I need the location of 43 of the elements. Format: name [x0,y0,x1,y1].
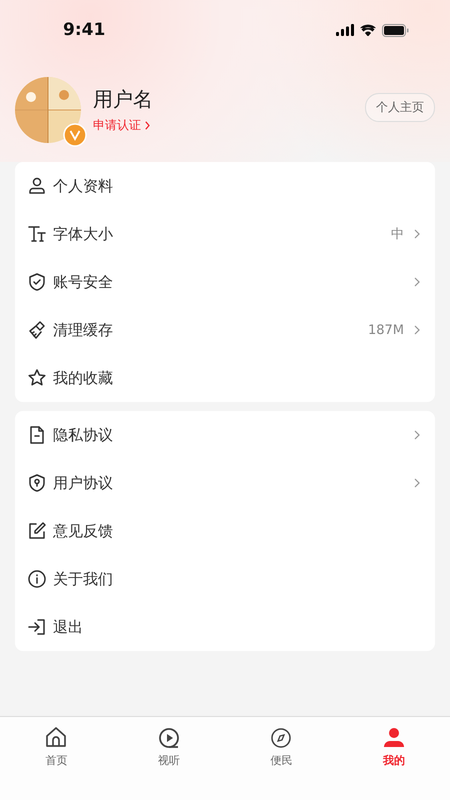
tab-item[interactable]: 我的 [338,725,450,768]
user-name: 用户名 [93,86,154,113]
menu-item[interactable]: 隐私协议 [15,411,435,459]
star-icon [27,368,47,388]
tab-item[interactable]: 视听 [112,725,225,768]
menu-item[interactable]: 字体大小 中 [15,210,435,258]
font-size-icon [27,224,47,244]
exit-icon [27,617,47,637]
menu-label: 退出 [53,618,84,636]
info-icon [27,569,47,589]
menu-label: 个人资料 [53,176,114,196]
menu-label: 账号安全 [53,272,114,292]
chevron-icon [145,121,150,130]
menu-label: 隐私协议 [53,426,114,444]
brush-icon [27,320,47,340]
setting-value: 187M [368,322,404,338]
shield-check-icon [27,272,47,292]
menu-label: 关于我们 [53,570,114,588]
menu-item[interactable]: 账号安全 [15,258,435,306]
setting-value: 中 [391,226,404,243]
menu-item[interactable]: 我的收藏 [15,354,435,402]
menu-label: 清理缓存 [53,320,114,340]
menu-item[interactable]: 关于我们 [15,555,435,603]
wifi-icon [360,24,376,36]
signal-icon [336,24,354,36]
person-icon [27,176,47,196]
menu-item[interactable]: 个人资料 [15,162,435,210]
menu-label: 意见反馈 [53,522,114,540]
homepage-button[interactable]: 个人主页 [365,92,435,122]
tab-item[interactable]: 便民 [225,725,338,768]
menu-item[interactable]: 用户协议 [15,459,435,507]
tab-item[interactable]: 首页 [0,725,112,768]
verify-link[interactable]: 申请认证 [93,117,150,134]
menu-label: 我的收藏 [53,368,114,388]
menu-label: 字体大小 [53,224,114,244]
battery-icon [382,24,409,36]
shield-keyhole-icon [27,473,47,493]
menu-label: 用户协议 [53,474,114,492]
edit-icon [27,521,47,541]
menu-item[interactable]: 清理缓存 187M [15,306,435,354]
status-time: 9:41 [63,20,106,40]
menu-item[interactable]: 意见反馈 [15,507,435,555]
menu-item[interactable]: 退出 [15,603,435,651]
